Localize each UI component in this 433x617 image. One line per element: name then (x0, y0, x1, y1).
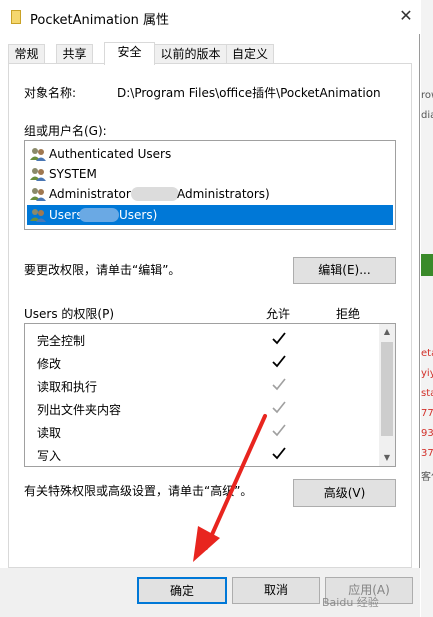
background-thumbnail (421, 254, 433, 276)
permission-name: 完全控制 (37, 334, 86, 348)
tab-general[interactable]: 常规 (8, 44, 45, 64)
user-list[interactable]: Authenticated Users SYSTEM Administrator… (24, 140, 396, 230)
permission-name: 读取和执行 (37, 380, 98, 394)
background-window-strip: row dia eta yiy sta 77 93 37 客化 (421, 0, 433, 617)
scroll-thumb[interactable] (381, 342, 393, 436)
permission-name: 写入 (37, 449, 62, 463)
tab-security[interactable]: 安全 (104, 42, 155, 65)
window-title: PocketAnimation 属性 (30, 13, 170, 28)
user-name: Administrator (49, 187, 131, 201)
list-item-selected[interactable]: Users Users) (27, 205, 393, 225)
background-text: eta (421, 348, 433, 359)
inherited-check-icon (272, 378, 286, 391)
edit-hint: 要更改权限，请单击“编辑”。 (24, 263, 181, 277)
redaction-blur (131, 187, 179, 201)
permission-name: 读取 (37, 426, 62, 440)
users-icon (30, 209, 46, 222)
users-icon (30, 168, 46, 181)
close-icon[interactable]: ✕ (396, 6, 416, 26)
background-text: yiy (421, 368, 433, 379)
allow-header: 允许 (266, 307, 291, 321)
scroll-up-icon[interactable]: ▲ (379, 324, 395, 340)
users-icon (30, 148, 46, 161)
background-text: dia (421, 110, 433, 121)
user-group-suffix: Administrators) (177, 187, 270, 201)
user-name: SYSTEM (49, 167, 97, 181)
tab-sharing[interactable]: 共享 (56, 44, 93, 64)
background-text: 客化 (421, 472, 433, 483)
users-icon (30, 188, 46, 201)
permissions-label: Users 的权限(P) (24, 307, 115, 321)
table-row: 修改 (25, 351, 379, 374)
red-arrow-annotation (193, 414, 267, 562)
tab-previous-versions[interactable]: 以前的版本 (154, 44, 227, 64)
list-item[interactable]: Administrator Administrators) (27, 184, 393, 204)
background-text: 77 (421, 408, 433, 419)
user-name: Users (49, 208, 83, 222)
object-name-label: 对象名称: (24, 86, 77, 100)
user-name: Authenticated Users (49, 147, 172, 161)
tab-strip: 常规 共享 安全 以前的版本 自定义 (8, 42, 412, 65)
background-text: row (421, 90, 433, 101)
deny-header: 拒绝 (336, 307, 361, 321)
tab-customize[interactable]: 自定义 (226, 44, 274, 64)
group-user-label: 组或用户名(G): (24, 124, 107, 138)
ok-button[interactable]: 确定 (137, 577, 227, 604)
watermark: Baidu 经验 (322, 596, 379, 609)
scroll-down-icon[interactable]: ▼ (379, 450, 395, 466)
advanced-button[interactable]: 高级(V) (293, 479, 396, 507)
properties-window: PocketAnimation 属性 ✕ 常规 共享 安全 以前的版本 自定义 … (0, 0, 420, 617)
title-bar[interactable]: PocketAnimation 属性 ✕ (0, 0, 420, 34)
list-item[interactable]: SYSTEM (27, 164, 393, 184)
background-text: sta (421, 388, 433, 399)
cancel-button[interactable]: 取消 (232, 577, 320, 604)
background-text: 37 (421, 448, 433, 459)
redaction-blur (79, 208, 119, 222)
check-icon (272, 332, 286, 345)
file-icon (11, 10, 21, 24)
permissions-scrollbar[interactable]: ▲ ▼ (379, 324, 395, 466)
user-group-suffix: Users) (119, 208, 158, 222)
check-icon (272, 355, 286, 368)
background-text: 93 (421, 428, 433, 439)
object-path: D:\Program Files\office插件\PocketAnimatio… (117, 86, 381, 100)
table-row: 读取和执行 (25, 374, 379, 397)
list-item[interactable]: Authenticated Users (27, 144, 393, 164)
edit-button[interactable]: 编辑(E)... (293, 257, 396, 284)
permission-name: 修改 (37, 357, 62, 371)
permission-name: 列出文件夹内容 (37, 403, 122, 417)
table-row: 完全控制 (25, 328, 379, 351)
